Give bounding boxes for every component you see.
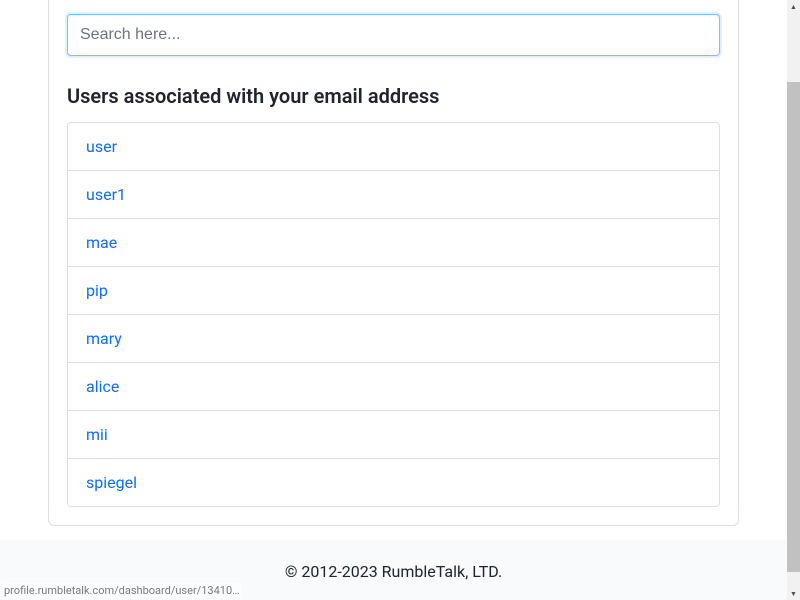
vertical-scrollbar[interactable]: ▲ ▼ [787,0,800,600]
list-item: alice [68,363,719,411]
list-item: spiegel [68,459,719,506]
user-link[interactable]: mary [86,329,122,348]
search-input[interactable] [67,14,720,56]
list-item: user [68,123,719,171]
user-link[interactable]: user1 [86,185,126,204]
page-viewport: Users associated with your email address… [0,0,787,600]
list-item: user1 [68,171,719,219]
user-link[interactable]: spiegel [86,473,137,492]
list-item: mii [68,411,719,459]
user-link[interactable]: user [86,137,117,156]
scrollbar-thumb[interactable] [787,82,800,572]
user-link[interactable]: mii [86,425,108,444]
scroll-down-arrow-icon[interactable]: ▼ [787,587,800,600]
user-list: user user1 mae pip mary alice mii spiege… [67,122,720,507]
user-link[interactable]: pip [86,281,108,300]
user-link[interactable]: alice [86,377,119,396]
list-item: mary [68,315,719,363]
list-item: pip [68,267,719,315]
list-item: mae [68,219,719,267]
copyright-text: © 2012-2023 RumbleTalk, LTD. [285,562,502,581]
user-link[interactable]: mae [86,233,117,252]
scroll-up-arrow-icon[interactable]: ▲ [787,0,800,13]
section-title: Users associated with your email address [67,84,720,108]
users-card: Users associated with your email address… [48,0,739,526]
page-footer: © 2012-2023 RumbleTalk, LTD. [0,540,787,600]
